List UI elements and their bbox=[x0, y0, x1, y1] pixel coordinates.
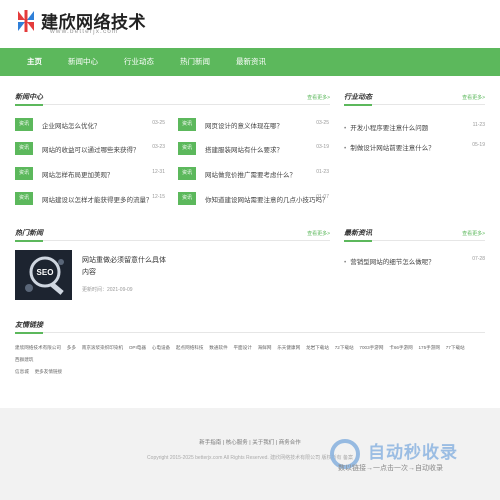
more-friend-links[interactable]: 更多友情链接 bbox=[35, 369, 63, 374]
watermark: 自动秒收录 数以链接→一点击一次→自动收录 bbox=[330, 436, 490, 480]
friend-link[interactable]: 平面设计 bbox=[233, 345, 251, 350]
list-item[interactable]: 资讯 网站做竞价推广需要考虑什么？ 01-23 bbox=[178, 167, 329, 181]
industry-title[interactable]: 制做设计网站前要注意什么？ bbox=[344, 142, 435, 152]
latest-more-link[interactable]: 查看更多> bbox=[462, 230, 485, 237]
industry-more-link[interactable]: 查看更多> bbox=[462, 94, 485, 101]
news-title[interactable]: 企业网站怎么优化？ bbox=[42, 120, 101, 130]
nav-latest[interactable]: 最新资讯 bbox=[223, 48, 279, 76]
tag-badge: 资讯 bbox=[15, 142, 33, 155]
news-title[interactable]: 网页设计的意义体现在哪？ bbox=[205, 120, 283, 130]
news-center-more-link[interactable]: 查看更多> bbox=[307, 94, 330, 101]
footer-links-text[interactable]: 新手指南 | 核心服务 | 关于我们 | 商务合作 bbox=[199, 440, 300, 446]
list-item[interactable]: 资讯 网站的收益可以通过哪些来获得？ 03-23 bbox=[15, 142, 165, 156]
site-header: 建欣网络技术 www.betterjx.com bbox=[0, 0, 500, 48]
list-item[interactable]: 资讯 网页设计的意义体现在哪？ 03-25 bbox=[178, 118, 329, 132]
news-date: 01-07 bbox=[316, 194, 329, 200]
watermark-subtitle: 数以链接→一点击一次→自动收录 bbox=[338, 465, 443, 472]
hot-news-title[interactable]: 网站重做必须留意什么具体内容 bbox=[82, 255, 170, 279]
list-item[interactable]: 开发小程序要注意什么问题 11-23 bbox=[344, 122, 485, 134]
friend-link[interactable]: 心电设备 bbox=[152, 345, 170, 350]
news-date: 03-25 bbox=[152, 120, 165, 126]
friend-link[interactable]: 西群建筑 bbox=[15, 357, 33, 362]
industry-date: 05-19 bbox=[472, 142, 485, 148]
friend-link[interactable]: 77下载站 bbox=[446, 345, 465, 350]
tag-badge: 资讯 bbox=[178, 118, 196, 131]
latest-header: 最新资讯 查看更多> bbox=[344, 228, 485, 242]
list-item[interactable]: 资讯 搭建服装网站有什么要求？ 03-19 bbox=[178, 142, 329, 156]
hot-news-header: 热门新闻 查看更多> bbox=[15, 228, 330, 242]
tag-badge: 资讯 bbox=[178, 192, 196, 205]
nav-hot-news[interactable]: 热门新闻 bbox=[167, 48, 223, 76]
latest-title[interactable]: 营销型网站的细节怎么做呢？ bbox=[344, 256, 435, 266]
friend-link[interactable]: 多多 bbox=[67, 345, 76, 350]
news-date: 03-23 bbox=[152, 144, 165, 150]
section-title: 热门新闻 bbox=[15, 228, 43, 242]
section-title: 友情链接 bbox=[15, 320, 43, 334]
friend-link[interactable]: 信息城 bbox=[15, 369, 29, 374]
site-logo[interactable]: 建欣网络技术 www.betterjx.com bbox=[14, 6, 146, 38]
watermark-title: 自动秒收录 bbox=[368, 443, 458, 462]
news-date: 03-25 bbox=[316, 120, 329, 126]
hot-news-thumbnail[interactable]: SEO bbox=[15, 250, 72, 300]
nav-industry[interactable]: 行业动态 bbox=[111, 48, 167, 76]
tag-badge: 资讯 bbox=[15, 167, 33, 180]
friend-links-header: 友情链接 bbox=[15, 320, 485, 334]
news-date: 12-31 bbox=[152, 169, 165, 175]
friend-link[interactable]: 起点网络科技 bbox=[176, 345, 204, 350]
news-center-header: 新闻中心 查看更多> bbox=[15, 92, 330, 106]
news-title[interactable]: 网站的收益可以通过哪些来获得？ bbox=[42, 144, 140, 154]
news-title[interactable]: 网站怎样布局更加美观？ bbox=[42, 169, 114, 179]
tag-badge: 资讯 bbox=[15, 118, 33, 131]
industry-date: 11-23 bbox=[472, 122, 485, 128]
friend-link[interactable]: OPI电器 bbox=[129, 345, 146, 350]
tag-badge: 资讯 bbox=[15, 192, 33, 205]
friend-link[interactable]: 175手游网 bbox=[419, 345, 440, 350]
tag-badge: 资讯 bbox=[178, 142, 196, 155]
friend-link[interactable]: 海鲜网 bbox=[258, 345, 272, 350]
nav-news-center[interactable]: 新闻中心 bbox=[55, 48, 111, 76]
logo-icon bbox=[18, 10, 34, 32]
hot-news-date: 更新时间：2021-09-09 bbox=[82, 287, 133, 293]
nav-home[interactable]: 主页 bbox=[14, 48, 55, 76]
section-title: 行业动态 bbox=[344, 92, 372, 106]
list-item[interactable]: 资讯 企业网站怎么优化？ 03-25 bbox=[15, 118, 165, 132]
seo-image-icon: SEO bbox=[15, 250, 72, 300]
friend-link[interactable]: 南京滚浆染织印染机 bbox=[82, 345, 123, 350]
logo-subtitle: www.betterjx.com bbox=[50, 28, 119, 35]
friend-link[interactable]: 建欣网络技术有限公司 bbox=[15, 345, 61, 350]
main-nav: 主页 新闻中心 行业动态 热门新闻 最新资讯 bbox=[0, 48, 500, 76]
friend-link[interactable]: 龙岩下载站 bbox=[306, 345, 329, 350]
news-title[interactable]: 你知道建设网站需要注意的几点小技巧吗？ bbox=[205, 194, 329, 204]
news-date: 12-15 bbox=[152, 194, 165, 200]
industry-header: 行业动态 查看更多> bbox=[344, 92, 485, 106]
list-item[interactable]: 资讯 网站建设以怎样才能获得更多的流量？ 12-15 bbox=[15, 192, 165, 206]
tag-badge: 资讯 bbox=[178, 167, 196, 180]
friend-link[interactable]: 数通软件 bbox=[209, 345, 227, 350]
news-date: 01-23 bbox=[316, 169, 329, 175]
industry-title[interactable]: 开发小程序要注意什么问题 bbox=[344, 122, 428, 132]
hot-news-more-link[interactable]: 查看更多> bbox=[307, 230, 330, 237]
list-item[interactable]: 营销型网站的细节怎么做呢？ 07-28 bbox=[344, 256, 485, 268]
news-title[interactable]: 网站建设以怎样才能获得更多的流量？ bbox=[42, 194, 153, 204]
news-title[interactable]: 网站做竞价推广需要考虑什么？ bbox=[205, 169, 296, 179]
section-title: 最新资讯 bbox=[344, 228, 372, 242]
section-title: 新闻中心 bbox=[15, 92, 43, 106]
friend-links-list: 建欣网络技术有限公司 多多 南京滚浆染织印染机 OPI电器 心电设备 起点网络科… bbox=[15, 342, 485, 378]
friend-link[interactable]: 7003手游网 bbox=[359, 345, 383, 350]
friend-link[interactable]: 72下载站 bbox=[335, 345, 354, 350]
latest-date: 07-28 bbox=[472, 256, 485, 262]
friend-link[interactable]: 卡66手游网 bbox=[389, 345, 413, 350]
news-title[interactable]: 搭建服装网站有什么要求？ bbox=[205, 144, 283, 154]
list-item[interactable]: 制做设计网站前要注意什么？ 05-19 bbox=[344, 142, 485, 154]
seo-text: SEO bbox=[37, 268, 54, 277]
news-date: 03-19 bbox=[316, 144, 329, 150]
list-item[interactable]: 资讯 网站怎样布局更加美观？ 12-31 bbox=[15, 167, 165, 181]
list-item[interactable]: 资讯 你知道建设网站需要注意的几点小技巧吗？ 01-07 bbox=[178, 192, 329, 206]
friend-link[interactable]: 乐天健康网 bbox=[277, 345, 300, 350]
